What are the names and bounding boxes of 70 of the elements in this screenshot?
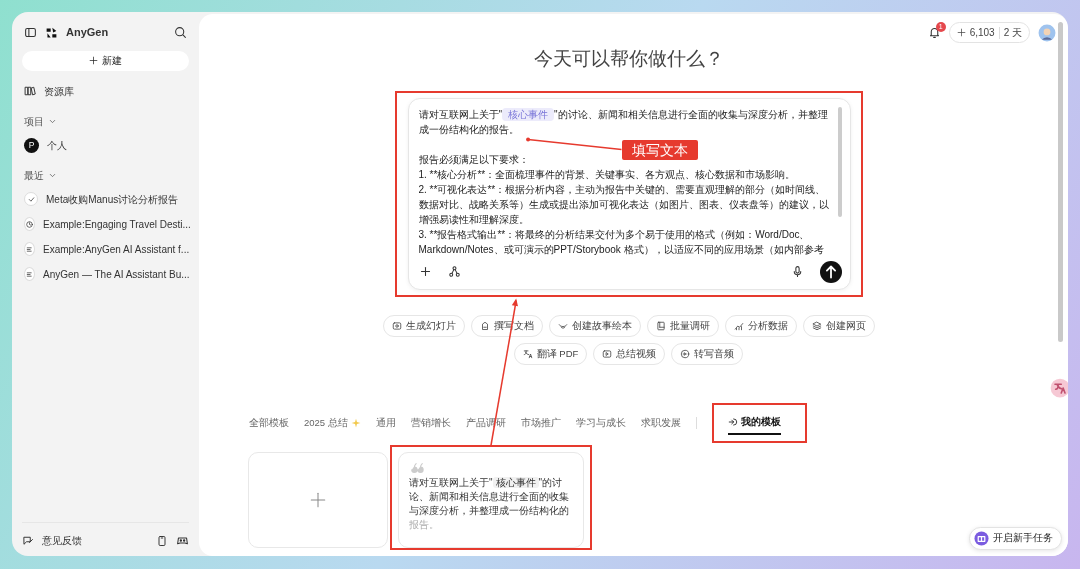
action-chip[interactable]: 批量调研 xyxy=(646,314,719,337)
action-chip[interactable]: 转写音频 xyxy=(671,342,744,365)
template-tab[interactable]: 通用 xyxy=(375,412,396,435)
prompt-text: 请对互联网上关于" 核心事件 "的讨论、新闻和相关信息进行全面的收集与深度分析，并整理成一份结构化的报告。 xyxy=(418,106,829,137)
logo-icon xyxy=(45,25,58,39)
recent-item[interactable]: Example:Engaging Travel Desti... xyxy=(43,216,191,232)
avatar[interactable] xyxy=(1038,23,1056,42)
scrollbar[interactable] xyxy=(837,106,842,217)
page-heading: 今天可以帮你做什么？ xyxy=(533,47,724,71)
prompt-text: 2. **可视化表达**：根据分析内容，主动为报告中关键的、需要直观理解的部分（如时间线、数据对比、战略关系等）生成或提出添加可视化表达（如图片、图表、仪表盘等）的建议，以增强易读性和理解深度。 xyxy=(418,182,830,227)
translate-icon[interactable] xyxy=(1050,378,1068,398)
template-text: 请对互联网上关于" 核心事件 "的讨论、新闻和相关信息进行全面的收集与深度分析，并整理成一份结构化的 报告。 xyxy=(409,475,570,532)
quote-icon xyxy=(409,461,425,476)
check-icon xyxy=(24,192,38,206)
variable-chip[interactable]: 核心事件 xyxy=(502,107,555,121)
document-icon xyxy=(24,267,35,281)
action-chip[interactable]: 创建故事绘本 xyxy=(548,314,641,337)
data-icon xyxy=(733,320,744,331)
section-title: 项目 xyxy=(24,114,44,129)
bell-icon[interactable] xyxy=(927,26,941,39)
video-icon xyxy=(602,348,613,359)
project-avatar: P xyxy=(24,137,39,153)
plus-icon[interactable] xyxy=(418,265,432,278)
action-chip[interactable]: 分析数据 xyxy=(724,314,797,337)
feedback-icon xyxy=(22,534,34,547)
template-tab[interactable]: 市场推广 xyxy=(520,412,561,435)
recent-item[interactable]: Example:AnyGen AI Assistant f... xyxy=(43,241,190,257)
recent-item[interactable]: Meta收购Manus讨论分析报告 xyxy=(46,191,179,207)
prompt-text: 1. **核心分析**：全面梳理事件的背景、关键事实、各方观点、核心数据和市场影响。 xyxy=(418,167,797,182)
document-icon xyxy=(24,242,35,256)
template-tab[interactable]: 全部模板 xyxy=(249,412,289,435)
plus-icon xyxy=(89,56,98,65)
scrollbar[interactable] xyxy=(1058,22,1063,342)
search-icon[interactable] xyxy=(174,25,187,39)
prompt-text: 报告必须满足以下要求： xyxy=(418,152,529,167)
new-button[interactable]: 新建 xyxy=(22,50,189,71)
plus-icon xyxy=(309,491,327,510)
web-icon xyxy=(811,320,822,331)
template-card[interactable]: 请对互联网上关于" 核心事件 "的讨论、新闻和相关信息进行全面的收集与深度分析，并整理成一份结构化的 报告。 xyxy=(398,452,584,549)
template-tab[interactable]: 求职发展 xyxy=(640,412,681,435)
action-chip[interactable]: 创建网页 xyxy=(802,314,875,337)
clock-icon xyxy=(24,217,35,231)
days-left: 2 天 xyxy=(1003,26,1022,40)
action-chip[interactable]: 生成幻灯片 xyxy=(382,314,465,337)
onboarding-button[interactable]: 开启新手任务 xyxy=(969,527,1062,550)
project-item[interactable]: 个人 xyxy=(47,137,67,153)
feedback-link[interactable]: 意见反馈 xyxy=(42,533,82,548)
translate-icon xyxy=(522,348,533,359)
recent-item[interactable]: AnyGen — The AI Assistant Bu... xyxy=(43,266,190,282)
send-icon[interactable] xyxy=(819,260,842,283)
slides-icon xyxy=(391,320,402,331)
prompt-text: 3. **报告格式输出**：将最终的分析结果交付为多个易于使用的格式（例如：Word/Doc、Markdown/Notes、或可演示的PPT/Storybook 格式），以适应不同的应用场景（如内部参考 xyxy=(418,227,825,257)
audio-icon xyxy=(680,348,691,359)
action-chip[interactable]: 翻译 PDF xyxy=(513,342,588,365)
gamepad-icon[interactable] xyxy=(176,534,189,547)
template-tab[interactable]: 学习与成长 xyxy=(575,412,626,435)
library-link[interactable]: 资源库 xyxy=(44,83,74,99)
template-tab[interactable]: 我的模板 xyxy=(727,411,781,436)
brand-name: AnyGen xyxy=(66,25,109,40)
template-tab[interactable]: 营销增长 xyxy=(410,412,451,435)
nodes-icon[interactable] xyxy=(447,265,461,278)
library-icon xyxy=(24,85,36,97)
sidebar-toggle-icon[interactable] xyxy=(24,25,37,39)
research-icon xyxy=(655,320,666,331)
credits-count: 6,103 xyxy=(969,26,995,40)
login-icon xyxy=(727,417,738,428)
section-title: 最近 xyxy=(24,168,44,183)
phone-icon[interactable] xyxy=(156,534,168,547)
action-chip[interactable]: 总结视频 xyxy=(593,342,666,365)
template-tab[interactable]: 2025 总结 xyxy=(304,412,361,435)
